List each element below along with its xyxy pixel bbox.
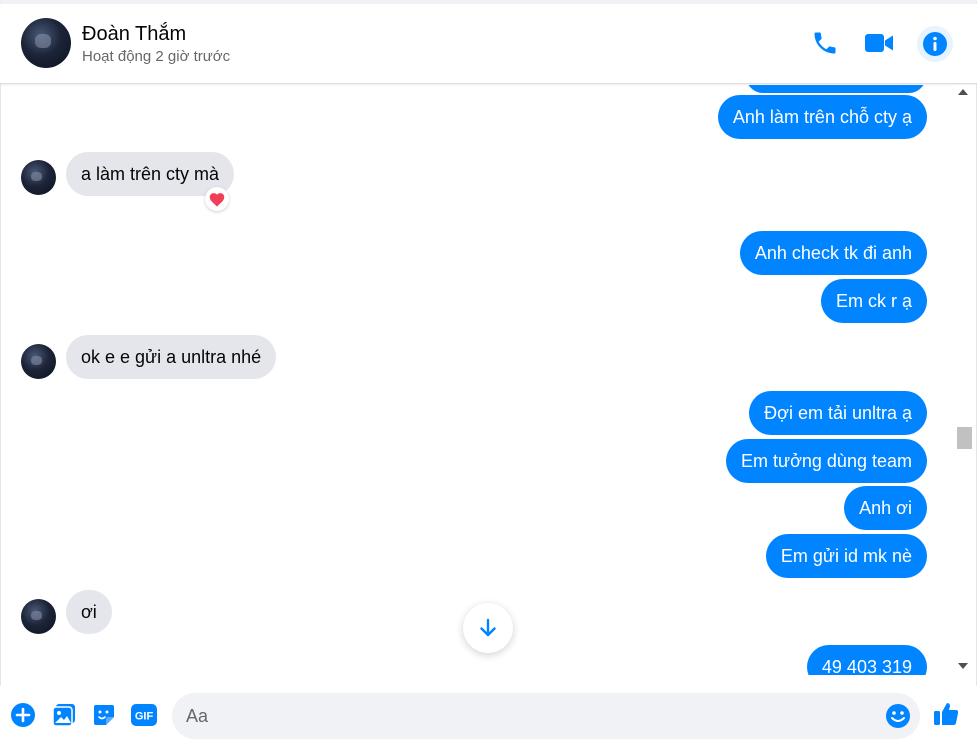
message-scrollbar[interactable] <box>954 85 975 675</box>
chat-header: Đoàn Thắm Hoạt động 2 giờ trước <box>0 4 977 84</box>
scroll-up-arrow-icon[interactable] <box>958 89 968 95</box>
video-camera-icon[interactable] <box>862 26 896 60</box>
message-composer: GIF <box>0 686 977 746</box>
sender-avatar[interactable] <box>21 599 56 634</box>
message-bubble-outgoing[interactable]: Đợi em tải unltra ạ <box>749 391 927 435</box>
info-icon[interactable] <box>917 26 953 62</box>
heart-reaction-icon[interactable] <box>205 187 229 211</box>
scroll-down-arrow-icon[interactable] <box>958 663 968 669</box>
contact-name[interactable]: Đoàn Thắm <box>82 23 186 46</box>
message-list: Anh làm trên chỗ cty ạ a làm trên cty mà… <box>0 85 954 675</box>
phone-icon[interactable] <box>808 26 842 60</box>
gif-icon[interactable]: GIF <box>130 701 158 729</box>
message-bubble-incoming[interactable]: ơi <box>66 590 112 634</box>
message-bubble-partial[interactable] <box>746 85 926 93</box>
scrollbar-thumb[interactable] <box>957 427 972 449</box>
message-bubble-incoming[interactable]: ok e e gửi a unltra nhé <box>66 335 277 379</box>
message-bubble-outgoing[interactable]: Anh ơi <box>844 486 927 530</box>
sender-avatar[interactable] <box>21 160 56 195</box>
message-input[interactable] <box>186 693 876 739</box>
sender-avatar[interactable] <box>21 344 56 379</box>
message-bubble-outgoing[interactable]: Anh làm trên chỗ cty ạ <box>717 95 927 139</box>
image-icon[interactable] <box>50 701 78 729</box>
message-input-container[interactable] <box>172 693 920 739</box>
message-bubble-outgoing[interactable]: Em gửi id mk nè <box>765 534 927 578</box>
message-bubble-outgoing[interactable]: Em ck r ạ <box>820 279 927 323</box>
contact-avatar[interactable] <box>21 18 71 68</box>
contact-status: Hoạt động 2 giờ trước <box>82 48 231 65</box>
arrow-down-icon <box>480 618 496 637</box>
message-bubble-outgoing[interactable]: Em tưởng dùng team <box>726 439 927 483</box>
thumbs-up-icon[interactable] <box>932 700 960 728</box>
sticker-icon[interactable] <box>90 701 118 729</box>
gif-label: GIF <box>135 711 154 723</box>
message-bubble-outgoing[interactable]: 49 403 319 <box>806 645 927 675</box>
emoji-icon[interactable] <box>884 702 912 730</box>
message-bubble-outgoing[interactable]: Anh check tk đi anh <box>739 231 927 275</box>
plus-icon[interactable] <box>9 701 37 729</box>
scroll-to-bottom-button[interactable] <box>463 603 513 653</box>
